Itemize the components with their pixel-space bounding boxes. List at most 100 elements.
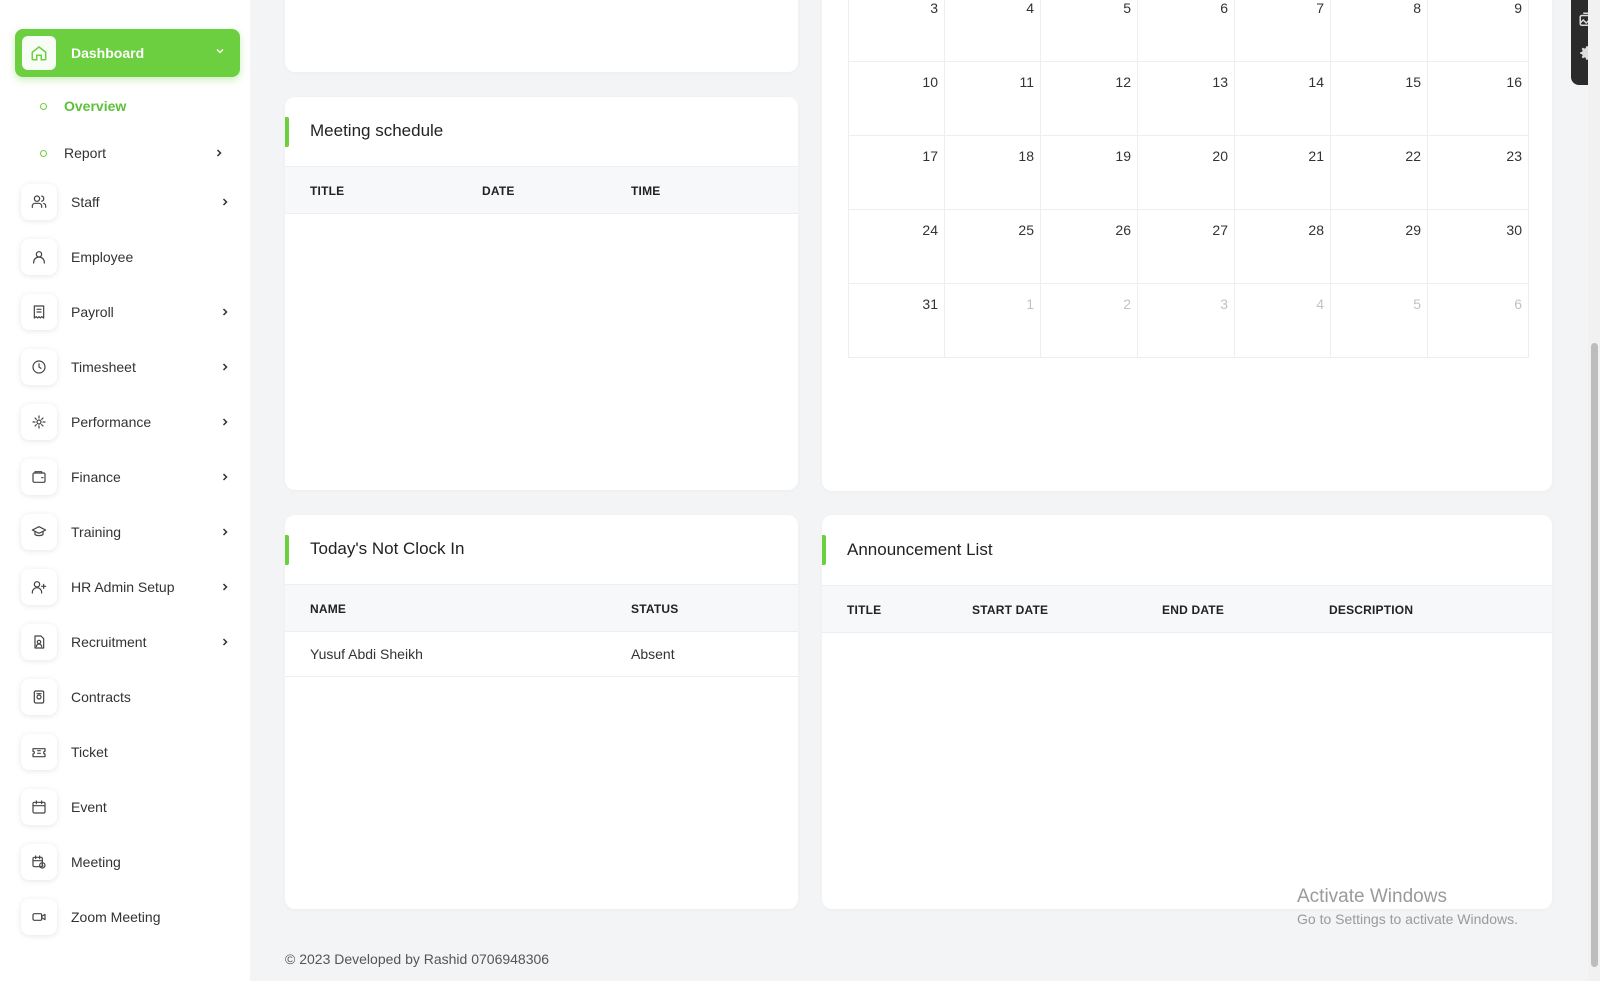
calendar-day-number: 1 (1026, 296, 1034, 312)
sidebar-item-staff[interactable]: Staff (21, 184, 231, 220)
sidebar-item-label: Finance (71, 469, 121, 485)
calendar-day-cell[interactable]: 25 (945, 210, 1041, 284)
calendar-day-number: 27 (1212, 222, 1228, 238)
calendar-day-cell[interactable]: 30 (1428, 210, 1529, 284)
card-accent (822, 535, 826, 565)
calendar-day-cell[interactable]: 4 (1235, 284, 1331, 358)
calendar-day-cell[interactable]: 6 (1428, 284, 1529, 358)
calendar-day-cell[interactable]: 5 (1331, 284, 1428, 358)
sidebar-item-hr-admin-setup[interactable]: HR Admin Setup (21, 569, 231, 605)
scrollbar-thumb[interactable] (1591, 343, 1598, 967)
calendar-day-cell[interactable]: 15 (1331, 62, 1428, 136)
calendar-day-cell[interactable]: 7 (1235, 0, 1331, 62)
sidebar-item-event[interactable]: Event (21, 789, 231, 825)
calendar-day-number: 10 (922, 74, 938, 90)
calendar-day-number: 17 (922, 148, 938, 164)
calendar-day-cell[interactable]: 14 (1235, 62, 1331, 136)
calendar-day-cell[interactable]: 20 (1138, 136, 1235, 210)
sidebar-item-finance[interactable]: Finance (21, 459, 231, 495)
sidebar-item-label: Meeting (71, 854, 121, 870)
calendar-day-cell[interactable]: 17 (848, 136, 945, 210)
calendar-day-cell[interactable]: 21 (1235, 136, 1331, 210)
calendar-day-number: 26 (1115, 222, 1131, 238)
calendar-day-number: 3 (930, 0, 938, 16)
calendar-day-cell[interactable]: 26 (1041, 210, 1138, 284)
chevron-right-icon (219, 471, 231, 483)
calendar-day-cell[interactable]: 1 (945, 284, 1041, 358)
calendar-day-number: 18 (1018, 148, 1034, 164)
sidebar-item-zoom-meeting[interactable]: Zoom Meeting (21, 899, 231, 935)
nav-report[interactable]: Report (40, 145, 225, 161)
calendar-day-cell[interactable]: 29 (1331, 210, 1428, 284)
calendar-day-cell[interactable]: 3 (848, 0, 945, 62)
calendar-day-number: 29 (1405, 222, 1421, 238)
sidebar-item-label: Contracts (71, 689, 131, 705)
calendar-day-cell[interactable]: 28 (1235, 210, 1331, 284)
calendar-day-number: 21 (1308, 148, 1324, 164)
calendar-day-cell[interactable]: 18 (945, 136, 1041, 210)
nav-dashboard[interactable]: Dashboard (15, 29, 240, 77)
sidebar-item-payroll[interactable]: Payroll (21, 294, 231, 330)
calendar-day-cell[interactable]: 11 (945, 62, 1041, 136)
calendar-day-number: 31 (922, 296, 938, 312)
sidebar-item-contracts[interactable]: Contracts (21, 679, 231, 715)
nav-report-label: Report (64, 145, 107, 161)
calendar-day-cell[interactable]: 2 (1041, 284, 1138, 358)
calendar-day-number: 2 (1123, 296, 1131, 312)
calendar-day-cell[interactable]: 22 (1331, 136, 1428, 210)
nav-dashboard-label: Dashboard (71, 45, 145, 61)
calendar-week-row: 3 4 5 6 7 8 9 (848, 0, 1529, 62)
sidebar: Dashboard Overview Report Staff Employee P… (0, 0, 250, 981)
sidebar-item-recruitment[interactable]: Recruitment (21, 624, 231, 660)
chevron-right-icon (219, 526, 231, 538)
calendar-day-cell[interactable]: 13 (1138, 62, 1235, 136)
sidebar-item-label: HR Admin Setup (71, 579, 175, 595)
meeting-schedule-card: Meeting schedule TITLE DATE TIME (285, 97, 798, 490)
calendar-day-cell[interactable]: 9 (1428, 0, 1529, 62)
calendar-day-number: 9 (1514, 0, 1522, 16)
nav-overview[interactable]: Overview (40, 98, 225, 114)
calendar-day-cell[interactable]: 16 (1428, 62, 1529, 136)
calendar-day-cell[interactable]: 31 (848, 284, 945, 358)
calendar-day-number: 20 (1212, 148, 1228, 164)
sidebar-item-performance[interactable]: Performance (21, 404, 231, 440)
users-icon (21, 184, 57, 220)
sidebar-item-label: Zoom Meeting (71, 909, 161, 925)
calendar-day-number: 25 (1018, 222, 1034, 238)
calendar-day-cell[interactable]: 3 (1138, 284, 1235, 358)
graduation-cap-icon (21, 514, 57, 550)
sidebar-item-meeting[interactable]: Meeting (21, 844, 231, 880)
calendar-day-cell[interactable]: 19 (1041, 136, 1138, 210)
contract-icon (21, 679, 57, 715)
calendar-day-number: 6 (1220, 0, 1228, 16)
wallet-icon (21, 459, 57, 495)
calendar-day-cell[interactable]: 8 (1331, 0, 1428, 62)
calendar-day-cell[interactable]: 12 (1041, 62, 1138, 136)
video-icon (21, 899, 57, 935)
calendar-day-cell[interactable]: 4 (945, 0, 1041, 62)
calendar-day-cell[interactable]: 23 (1428, 136, 1529, 210)
calendar-day-cell[interactable]: 5 (1041, 0, 1138, 62)
sidebar-item-label: Employee (71, 249, 134, 265)
col-title: TITLE (310, 184, 345, 198)
user-icon (21, 239, 57, 275)
windows-watermark-subtitle: Go to Settings to activate Windows. (1297, 911, 1518, 927)
calendar-day-cell[interactable]: 10 (848, 62, 945, 136)
calendar-day-cell[interactable]: 27 (1138, 210, 1235, 284)
calendar-day-number: 8 (1413, 0, 1421, 16)
sidebar-item-timesheet[interactable]: Timesheet (21, 349, 231, 385)
sidebar-item-training[interactable]: Training (21, 514, 231, 550)
calendar-week-row: 24 25 26 27 28 29 30 (848, 210, 1529, 284)
chevron-right-icon (219, 196, 231, 208)
calendar-week-row: 17 18 19 20 21 22 23 (848, 136, 1529, 210)
sidebar-item-label: Staff (71, 194, 100, 210)
card-accent (285, 535, 289, 565)
calendar-day-cell[interactable]: 24 (848, 210, 945, 284)
sidebar-item-employee[interactable]: Employee (21, 239, 231, 275)
calendar-day-number: 30 (1506, 222, 1522, 238)
sidebar-item-ticket[interactable]: Ticket (21, 734, 231, 770)
table-row[interactable]: Yusuf Abdi Sheikh Absent (285, 632, 798, 677)
calendar-day-cell[interactable]: 6 (1138, 0, 1235, 62)
calendar-day-number: 14 (1308, 74, 1324, 90)
calendar-day-number: 15 (1405, 74, 1421, 90)
